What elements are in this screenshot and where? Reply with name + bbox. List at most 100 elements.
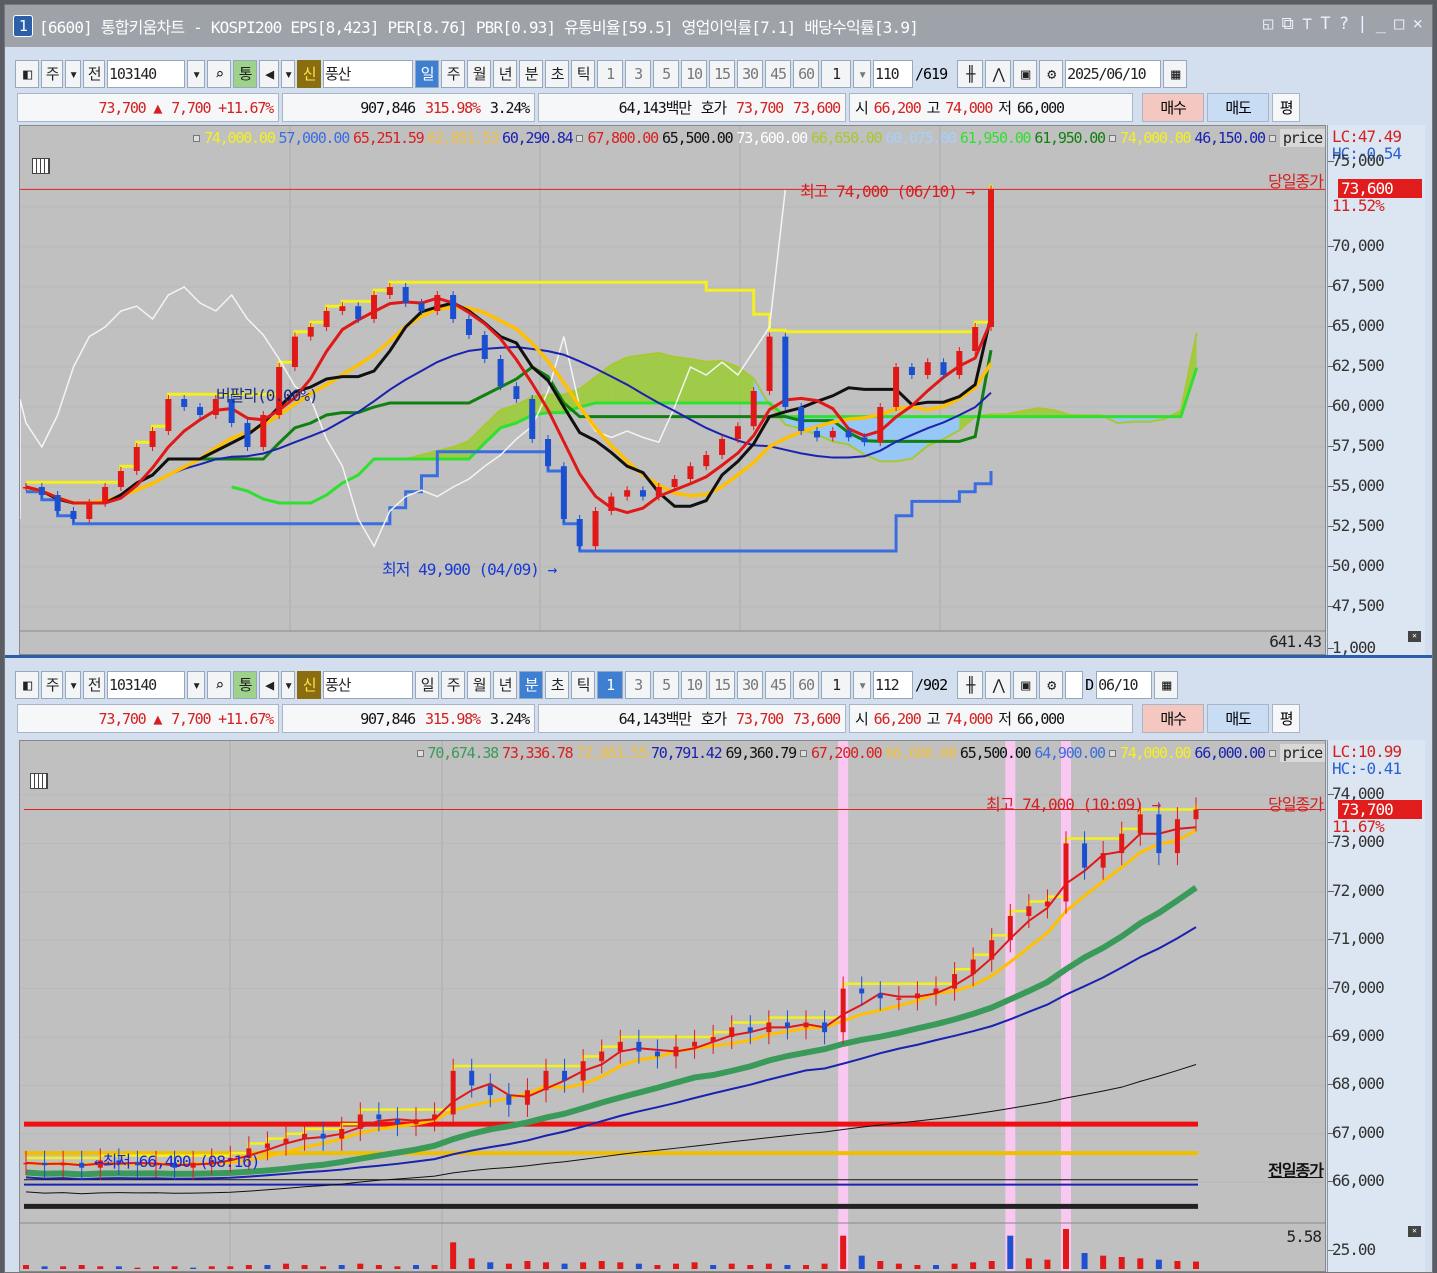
legend-toggle-box[interactable] (416, 749, 424, 757)
market-dropdown-arrow[interactable]: ▾ (65, 670, 81, 699)
period-tab-0[interactable]: 일 (415, 59, 439, 88)
interval-button-3[interactable]: 3 (625, 59, 651, 88)
new-badge[interactable]: 신 (297, 59, 321, 88)
unit-select[interactable]: 1 (821, 670, 851, 699)
period-tab-1[interactable]: 주 (441, 670, 465, 699)
interval-button-5[interactable]: 5 (653, 59, 679, 88)
window-control-0[interactable]: ◱ (1263, 14, 1273, 34)
speaker-icon[interactable]: ◀ (259, 59, 279, 88)
unit-dropdown-arrow[interactable]: ▾ (853, 670, 871, 699)
window-control-7[interactable]: □ (1394, 14, 1404, 34)
calendar-icon[interactable]: ▦ (1154, 670, 1179, 699)
stock-code-input[interactable]: 103140 (107, 59, 185, 88)
interval-button-10[interactable]: 10 (681, 670, 707, 699)
interval-button-45[interactable]: 45 (765, 670, 791, 699)
legend-toggle-box[interactable] (1268, 134, 1276, 142)
stock-name-field[interactable]: 풍산 (323, 670, 413, 699)
speaker-dropdown-arrow[interactable]: ▾ (281, 59, 295, 88)
legend-toggle-box[interactable] (799, 749, 807, 757)
buy-button[interactable]: 매수 (1142, 93, 1204, 122)
legend-toggle-box[interactable] (576, 134, 584, 142)
tong-button[interactable]: 통 (233, 670, 257, 699)
interval-button-10[interactable]: 10 (681, 59, 707, 88)
stock-code-input[interactable]: 103140 (107, 670, 185, 699)
count-input[interactable]: 110 (873, 59, 913, 88)
save-icon[interactable]: ▣ (1013, 59, 1038, 88)
legend-toggle-box[interactable] (1108, 749, 1116, 757)
interval-button-1[interactable]: 1 (597, 59, 623, 88)
daily-price-chart[interactable]: 74,000.00 57,000.00 65,251.59 62,851.53 60,2… (19, 125, 1326, 655)
interval-button-45[interactable]: 45 (765, 59, 791, 88)
d-checkbox[interactable] (1065, 670, 1084, 699)
period-tab-3[interactable]: 년 (493, 59, 517, 88)
market-select[interactable]: 주 (41, 670, 63, 699)
period-tab-6[interactable]: 틱 (571, 670, 595, 699)
calendar-icon[interactable]: ▦ (1163, 59, 1188, 88)
sell-button[interactable]: 매도 (1207, 704, 1269, 733)
layout-icon[interactable]: ◧ (15, 670, 39, 699)
interval-button-30[interactable]: 30 (737, 670, 763, 699)
average-button[interactable]: 평 (1272, 93, 1300, 122)
interval-button-15[interactable]: 15 (709, 59, 735, 88)
maximize-subpane-icon[interactable]: ✕ (1408, 631, 1421, 642)
window-control-6[interactable]: _ (1376, 14, 1386, 34)
speaker-icon[interactable]: ◀ (259, 670, 279, 699)
period-tab-2[interactable]: 월 (467, 59, 491, 88)
interval-button-60[interactable]: 60 (793, 670, 819, 699)
add-indicator-icon[interactable]: ╫ (957, 670, 984, 699)
price-axis[interactable]: LC:47.49 HC:-0.54 75,000 70,000 67,500 65,000… (1327, 125, 1425, 657)
pane-divider[interactable] (5, 655, 1432, 658)
window-control-4[interactable]: ? (1339, 14, 1349, 34)
tong-button[interactable]: 통 (233, 59, 257, 88)
settings-gear-icon[interactable]: ⚙ (1039, 670, 1064, 699)
interval-button-60[interactable]: 60 (793, 59, 819, 88)
all-button[interactable]: 전 (83, 59, 105, 88)
grid-toggle-icon[interactable] (30, 773, 48, 789)
period-tab-1[interactable]: 주 (441, 59, 465, 88)
speaker-dropdown-arrow[interactable]: ▾ (281, 670, 295, 699)
minute-price-chart[interactable]: 70,674.38 73,336.78 72,861.55 70,791.42 69,3… (19, 740, 1326, 1272)
period-tab-0[interactable]: 일 (415, 670, 439, 699)
interval-button-3[interactable]: 3 (625, 670, 651, 699)
layout-icon[interactable]: ◧ (15, 59, 39, 88)
average-button[interactable]: 평 (1272, 704, 1300, 733)
period-tab-4[interactable]: 분 (519, 59, 543, 88)
legend-toggle-box[interactable] (1108, 134, 1116, 142)
period-tab-6[interactable]: 틱 (571, 59, 595, 88)
window-control-3[interactable]: T (1320, 14, 1330, 34)
add-overlay-icon[interactable]: ⋀ (985, 59, 1012, 88)
interval-button-30[interactable]: 30 (737, 59, 763, 88)
sell-button[interactable]: 매도 (1207, 93, 1269, 122)
unit-dropdown-arrow[interactable]: ▾ (853, 59, 871, 88)
add-indicator-icon[interactable]: ╫ (957, 59, 984, 88)
window-control-5[interactable]: | (1357, 14, 1367, 34)
maximize-subpane-icon[interactable]: ✕ (1408, 1226, 1421, 1237)
period-tab-4[interactable]: 분 (519, 670, 543, 699)
save-icon[interactable]: ▣ (1013, 670, 1038, 699)
buy-button[interactable]: 매수 (1142, 704, 1204, 733)
market-select[interactable]: 주 (41, 59, 63, 88)
interval-button-1[interactable]: 1 (597, 670, 623, 699)
search-icon[interactable]: ⌕ (207, 59, 231, 88)
legend-toggle-box[interactable] (1268, 749, 1276, 757)
grid-toggle-icon[interactable] (32, 158, 50, 174)
interval-button-5[interactable]: 5 (653, 670, 679, 699)
count-input[interactable]: 112 (873, 670, 913, 699)
window-control-1[interactable]: ⧉ (1282, 14, 1294, 34)
period-tab-5[interactable]: 초 (545, 670, 569, 699)
period-tab-5[interactable]: 초 (545, 59, 569, 88)
legend-toggle-box[interactable] (193, 134, 201, 142)
settings-gear-icon[interactable]: ⚙ (1039, 59, 1064, 88)
code-dropdown-arrow[interactable]: ▾ (187, 670, 205, 699)
date-input[interactable]: 06/10 (1096, 670, 1153, 699)
interval-button-15[interactable]: 15 (709, 670, 735, 699)
stock-name-field[interactable]: 풍산 (323, 59, 413, 88)
period-tab-3[interactable]: 년 (493, 670, 517, 699)
search-icon[interactable]: ⌕ (207, 670, 231, 699)
date-input[interactable]: 2025/06/10 (1065, 59, 1162, 88)
add-overlay-icon[interactable]: ⋀ (985, 670, 1012, 699)
window-control-2[interactable]: ⊤ (1302, 14, 1312, 34)
market-dropdown-arrow[interactable]: ▾ (65, 59, 81, 88)
new-badge[interactable]: 신 (297, 670, 321, 699)
price-axis[interactable]: LC:10.99 HC:-0.41 74,000 73,000 72,000 71,000… (1327, 740, 1425, 1272)
